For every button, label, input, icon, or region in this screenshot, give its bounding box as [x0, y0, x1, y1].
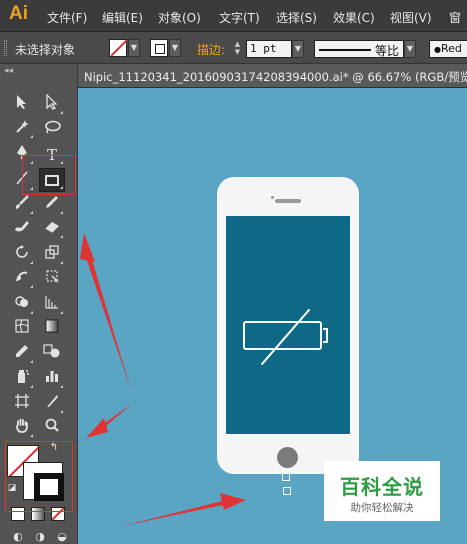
annotation-arrow-down-head	[86, 418, 108, 438]
annotation-arrow-up-head	[80, 233, 95, 262]
annotation-arrows	[80, 233, 246, 526]
annotation-arrow-up	[84, 250, 131, 390]
annotation-arrow-right-head	[220, 493, 246, 510]
annotation-arrow-right	[122, 500, 228, 526]
